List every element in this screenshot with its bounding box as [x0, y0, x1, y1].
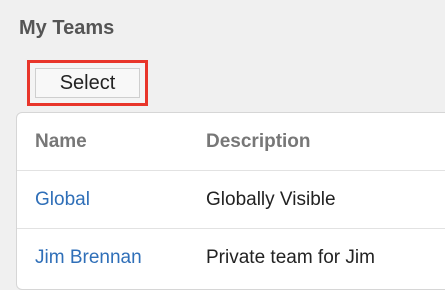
team-description: Globally Visible: [206, 188, 336, 210]
table-row: Jim Brennan Private team for Jim: [17, 229, 445, 287]
teams-table: Name Description Global Globally Visible…: [16, 112, 445, 290]
select-button[interactable]: Select: [27, 60, 148, 106]
team-name-link[interactable]: Jim Brennan: [35, 229, 142, 287]
team-name-link[interactable]: Global: [35, 171, 90, 228]
table-row: Global Globally Visible: [17, 171, 445, 229]
table-header-row: Name Description: [17, 113, 445, 171]
team-description: Private team for Jim: [206, 247, 375, 268]
column-header-name[interactable]: Name: [35, 113, 87, 170]
my-teams-panel: My Teams Select Name Description Global …: [0, 0, 445, 290]
panel-title: My Teams: [19, 17, 115, 39]
column-header-description[interactable]: Description: [206, 113, 311, 170]
select-button-label: Select: [59, 71, 116, 94]
